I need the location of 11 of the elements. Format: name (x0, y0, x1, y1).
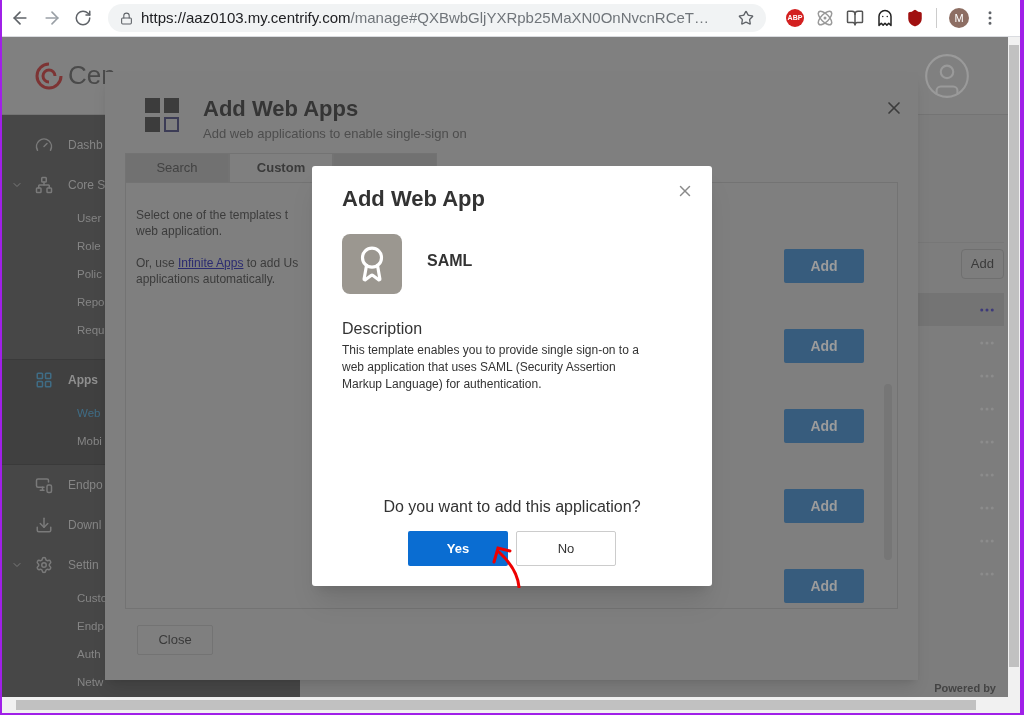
description-heading: Description (342, 319, 424, 339)
intro-text: Select one of the templates t web application. (136, 207, 290, 239)
url-path: /manage#QXBwbGljYXRpb25MaXN0OnNvcnRCeT… (350, 7, 709, 28)
description-text: This template enables you to provide single sign-on to a web application that uses SAML (Security Assertion Markup Language) for authentication. (342, 342, 640, 393)
modal-title: Add Web Apps (203, 96, 360, 122)
url-host: https://aaz0103.my.centrify.com (141, 7, 351, 28)
app-name: SAML (427, 251, 473, 271)
dialog-title: Add Web App (342, 185, 485, 213)
powered-by-text: Powered by (934, 680, 996, 696)
confirm-question: Do you want to add this application? (382, 497, 642, 517)
infinite-apps-text: Or, use Infinite Apps to add Us applications automatically. (136, 255, 300, 287)
